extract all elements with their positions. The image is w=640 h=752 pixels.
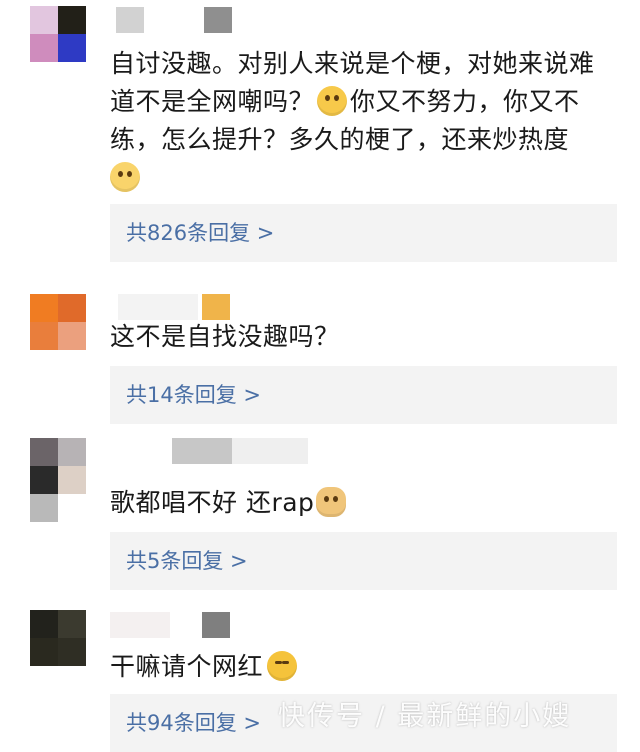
username-blur (232, 438, 308, 464)
avatar[interactable] (30, 294, 86, 350)
username-blur (202, 612, 230, 638)
username[interactable] (118, 294, 198, 320)
reply-count-button[interactable]: 共5条回复 > (110, 532, 617, 590)
username[interactable] (172, 438, 232, 464)
username[interactable] (110, 612, 170, 638)
comment-text: 歌都唱不好 还rap (110, 484, 610, 522)
comment-text: 自讨没趣。对别人来说是个梗，对她来说难 道不是全网嘲吗？ 你又不努力，你又不 练，… (110, 45, 610, 197)
watermark: 快传号 / 最新鲜的小嫂 (278, 701, 572, 732)
reply-count-button[interactable]: 共826条回复 > (110, 204, 617, 262)
username-blur (204, 7, 232, 33)
username[interactable] (116, 7, 144, 33)
thinking-face-icon (317, 86, 348, 116)
avatar[interactable] (30, 438, 86, 522)
drooling-face-icon (110, 162, 140, 192)
comment-text: 这不是自找没趣吗？ (110, 322, 340, 351)
avatar[interactable] (30, 6, 86, 62)
comment-text: 干嘛请个网红 (110, 648, 610, 686)
laugh-cry-icon (267, 651, 298, 681)
doge-icon (316, 487, 347, 517)
username-blur (202, 294, 230, 320)
reply-count-button[interactable]: 共14条回复 > (110, 366, 617, 424)
avatar[interactable] (30, 610, 86, 666)
